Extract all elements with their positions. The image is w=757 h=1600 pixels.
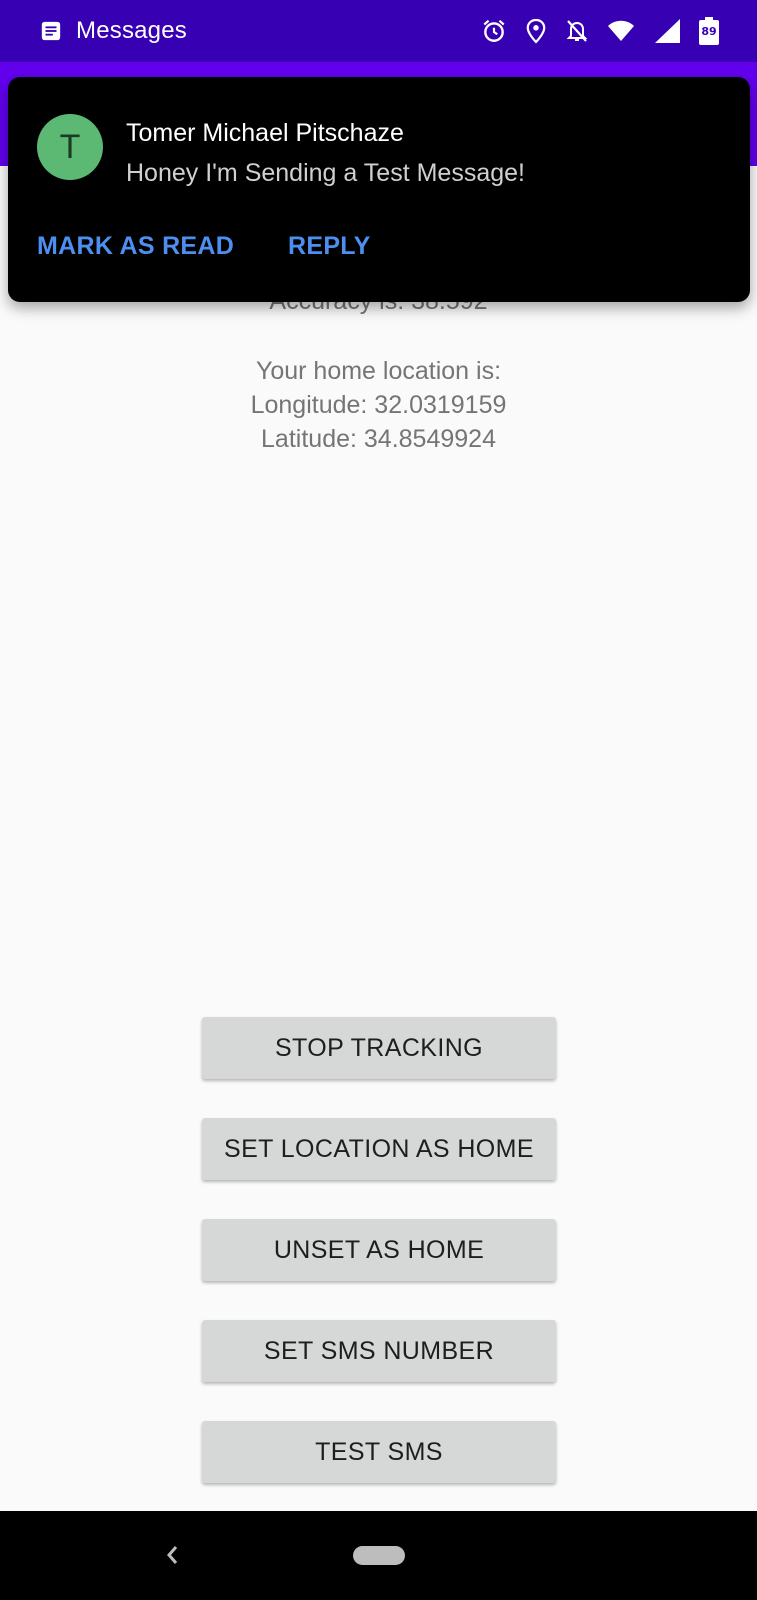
- notifications-off-icon: [566, 20, 588, 42]
- status-bar: Messages 89: [0, 0, 757, 62]
- notification-sender: Tomer Michael Pitschaze: [126, 119, 404, 147]
- set-sms-number-button[interactable]: SET SMS NUMBER: [202, 1320, 556, 1382]
- stop-tracking-button[interactable]: STOP TRACKING: [202, 1017, 556, 1079]
- status-left: Messages: [40, 17, 187, 45]
- battery-level: 89: [701, 25, 717, 38]
- navigation-bar: [0, 1511, 757, 1600]
- messages-icon: [41, 21, 61, 41]
- screen: Messages 89 Your home location is: Longi…: [0, 0, 757, 1600]
- location-icon: [526, 18, 546, 44]
- home-pill-icon[interactable]: [353, 1546, 405, 1565]
- mark-as-read-button[interactable]: MARK AS READ: [37, 232, 234, 261]
- wifi-icon: [608, 20, 634, 41]
- home-latitude: Latitude: 34.8549924: [261, 425, 496, 453]
- home-longitude: Longitude: 32.0319159: [250, 391, 507, 419]
- notification-message: Honey I'm Sending a Test Message!: [126, 159, 525, 187]
- status-app-name: Messages: [76, 17, 187, 44]
- set-location-as-home-button[interactable]: SET LOCATION AS HOME: [202, 1118, 556, 1180]
- alarm-icon: [483, 19, 505, 42]
- avatar: T: [37, 114, 103, 180]
- back-icon[interactable]: [160, 1541, 184, 1569]
- reply-button[interactable]: REPLY: [288, 232, 371, 261]
- unset-as-home-button[interactable]: UNSET AS HOME: [202, 1219, 556, 1281]
- test-sms-button[interactable]: TEST SMS: [202, 1421, 556, 1483]
- message-notification[interactable]: T Tomer Michael Pitschaze Honey I'm Send…: [8, 77, 750, 302]
- battery-icon: 89: [699, 17, 719, 45]
- status-icons: 89: [481, 0, 719, 62]
- signal-icon: [655, 19, 680, 43]
- home-location-label: Your home location is:: [255, 357, 502, 385]
